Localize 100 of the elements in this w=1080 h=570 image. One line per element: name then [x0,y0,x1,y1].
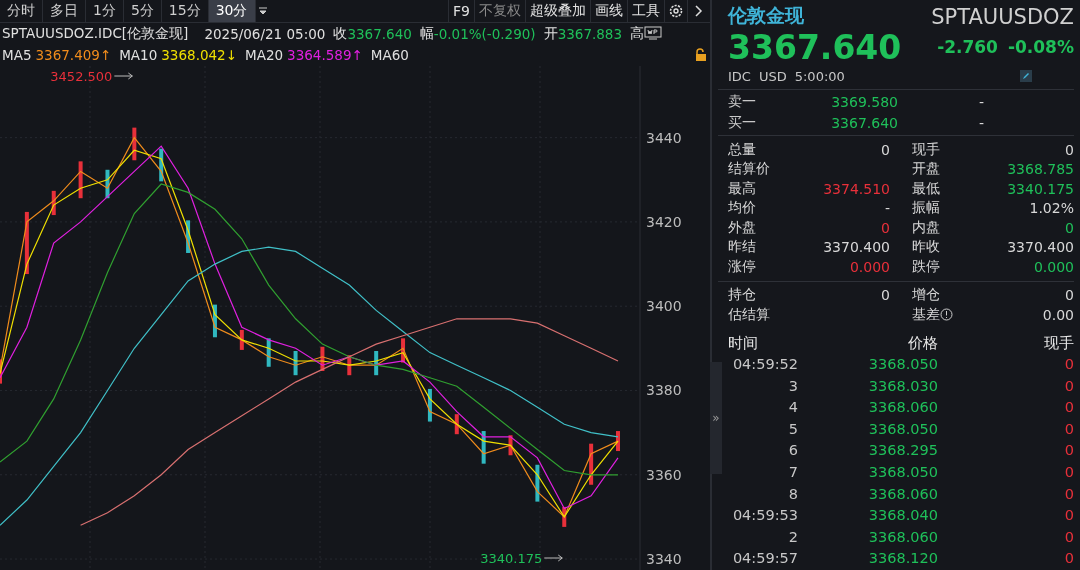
pointer-arrow [543,554,563,562]
stat-value: 0.000 [849,258,890,275]
stat-value: - [884,200,890,217]
period-tab[interactable]: 15分 [161,0,209,22]
axis-label: 3360 [646,466,682,483]
stat-label: 最高 [728,179,756,198]
candle [454,414,459,435]
field-label: 幅 [419,24,434,43]
stat-label: 开盘 [912,160,940,179]
toolbar-button[interactable]: F9 [448,0,474,22]
trade-price: 3368.060 [867,398,938,418]
candle [78,161,83,199]
pencil-icon[interactable] [1020,70,1032,83]
stat-value: 3340.175 [1007,180,1074,197]
extreme-label: 3452.500 [50,69,113,84]
period-tab[interactable]: 分时 [0,0,43,22]
symbol-label: SPTAUUSDOZ.IDC[伦敦金现] [2,24,189,43]
book-price: 3369.580 [830,94,898,111]
book-volume: - [977,114,985,131]
book-label: 买一 [728,113,757,132]
trade-volume: 0 [1063,419,1074,439]
trade-volume: 0 [1063,398,1074,418]
quote-meta: USD [758,68,787,84]
field-label: 收 [333,24,348,43]
stat-label: 昨结 [728,238,756,257]
wp-badge-icon [644,26,663,41]
price-change: -2.760 [937,37,998,58]
stat-value: 0 [881,219,890,236]
trade-price: 3368.050 [867,463,938,483]
collapse-handle[interactable]: » [710,362,722,474]
trade-time: 5 [787,419,798,439]
book-price: 3367.640 [830,114,898,131]
axis-label: 3380 [646,382,682,399]
stat-value: 3374.510 [823,180,890,197]
ma-value: 3364.589↑ [287,47,363,64]
toolbar-button[interactable]: 工具 [627,0,664,22]
stat-value: 0.00 [1042,306,1074,323]
ma-name: MA20 [245,47,284,64]
trade-time: 04:59:57 [731,549,798,569]
candle [535,464,540,502]
quote-meta: 5:00:00 [794,68,845,84]
stat-value: 0.000 [1033,258,1074,275]
book-volume: - [977,94,985,111]
trade-time: 2 [787,527,798,547]
field-value: -0.01%(-0.290) [433,25,536,42]
stat-value: 0 [881,141,890,158]
trade-volume: 0 [1063,506,1074,526]
trade-time: 3 [787,376,798,396]
stat-value: 0 [1065,141,1074,158]
stat-value: 1.02% [1029,200,1074,217]
stat-value: 3368.785 [1007,161,1074,178]
column-header: 时间 [728,332,759,354]
candle [159,148,164,182]
ma-name: MA10 [119,47,158,64]
column-header: 价格 [907,332,938,354]
trade-volume: 0 [1063,484,1074,504]
trade-time: 04:59:52 [731,355,798,375]
trade-price: 3368.060 [867,527,938,547]
candle [589,443,594,485]
stat-label: 总量 [728,140,756,159]
trade-price: 3368.030 [867,376,938,396]
trade-time: 8 [787,484,798,504]
stat-value: 0 [1065,219,1074,236]
stat-label: 结算价 [728,160,770,179]
period-tab[interactable]: 多日 [43,0,86,22]
trade-price: 3368.060 [867,484,938,504]
trade-volume: 0 [1063,463,1074,483]
candle [105,169,110,199]
stat-label: 估结算 [728,305,770,324]
stat-value: 0 [1065,287,1074,304]
ma-name: MA60 [370,47,409,64]
axis-label: 3420 [646,213,682,230]
stat-label: 最低 [912,179,940,198]
candle [481,431,486,464]
ma-value: 3367.409↑ [35,47,112,64]
candle [427,388,432,422]
field-label: 开 [543,24,558,43]
period-tab[interactable]: 1分 [86,0,124,22]
percent-change: -0.08% [1007,37,1074,58]
stat-value: 0 [881,287,890,304]
toolbar-button[interactable]: 画线 [590,0,627,22]
column-header: 现手 [1043,332,1074,354]
lock-icon[interactable] [694,48,708,63]
candle [320,346,325,371]
stat-label: 现手 [912,140,940,159]
period-tab[interactable]: 30分 [208,0,256,22]
stat-label: 内盘 [912,218,940,237]
trade-price: 3368.295 [867,441,938,461]
candle [293,351,298,376]
field-label: 高 [630,24,645,43]
trade-price: 3368.050 [867,355,938,375]
candle [266,338,271,367]
trade-price: 3368.120 [867,549,938,569]
stat-label: 外盘 [728,218,756,237]
ma-name: MA5 [2,47,32,64]
stat-label: 振幅 [912,199,940,218]
period-tab[interactable]: 5分 [123,0,162,22]
datetime-label: 2025/06/21 05:00 [204,25,326,42]
candle [508,435,513,456]
toolbar-button[interactable]: 超级叠加 [525,0,590,22]
